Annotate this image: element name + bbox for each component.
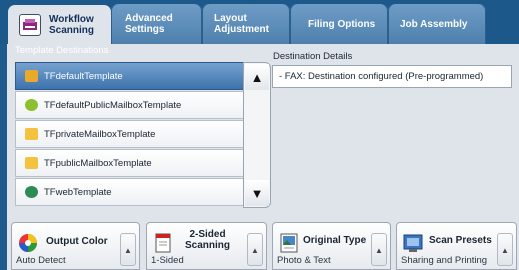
list-item[interactable]: TFdefaultTemplate: [15, 62, 244, 90]
template-icon: [25, 70, 38, 82]
workflow-panel: Template Destinations Destination Detail…: [7, 44, 519, 270]
public-mailbox-template-icon: [25, 99, 38, 111]
destination-details-title: Destination Details: [273, 51, 353, 62]
list-item[interactable]: TFdefaultPublicMailboxTemplate: [15, 91, 244, 119]
tab-bar: Workflow Scanning Advanced Settings Layout…: [0, 0, 519, 44]
photo-document-icon: [280, 233, 298, 253]
triangle-down-icon: ▼: [250, 185, 264, 201]
template-list: TFdefaultTemplate TFdefaultPublicMailbox…: [15, 62, 244, 207]
duplex-page-icon: [155, 233, 171, 253]
web-icon: [25, 186, 38, 198]
option-arrow-icon[interactable]: ▲: [497, 233, 513, 266]
option-arrow-icon[interactable]: ▲: [371, 233, 387, 266]
template-destinations-title: Template Destinations: [15, 45, 109, 56]
tab-job-assembly[interactable]: Job Assembly: [388, 4, 486, 44]
scan-presets-button[interactable]: Scan Presets Sharing and Printing ▲: [396, 222, 517, 270]
color-wheel-icon: [19, 234, 37, 252]
triangle-up-icon: ▲: [250, 69, 264, 85]
tab-layout-adjustment[interactable]: Layout Adjustment: [202, 4, 290, 44]
scanner-icon: [19, 13, 41, 36]
list-scrollbar[interactable]: ▲ ▼: [243, 62, 271, 208]
folder-icon: [25, 128, 38, 140]
list-item[interactable]: TFwebTemplate: [15, 178, 244, 206]
tab-advanced-settings[interactable]: Advanced Settings: [111, 4, 202, 44]
option-arrow-icon[interactable]: ▲: [247, 233, 263, 266]
tab-filing-options[interactable]: Filing Options: [290, 4, 388, 44]
list-item[interactable]: TFpublicMailboxTemplate: [15, 149, 244, 177]
list-item[interactable]: TFprivateMailboxTemplate: [15, 120, 244, 148]
folder-icon: [25, 157, 38, 169]
scan-presets-icon: [403, 234, 423, 252]
tab-workflow-scanning[interactable]: Workflow Scanning: [8, 5, 111, 44]
scroll-up-button[interactable]: ▲: [245, 64, 269, 90]
destination-details-box: - FAX: Destination configured (Pre-progr…: [272, 65, 512, 88]
original-type-button[interactable]: Original Type Photo & Text ▲: [272, 222, 391, 270]
scroll-down-button[interactable]: ▼: [245, 180, 269, 206]
output-color-button[interactable]: Output Color Auto Detect ▲: [11, 222, 140, 270]
2-sided-scanning-button[interactable]: 2-Sided Scanning 1-Sided ▲: [146, 222, 267, 270]
option-arrow-icon[interactable]: ▲: [120, 233, 136, 266]
